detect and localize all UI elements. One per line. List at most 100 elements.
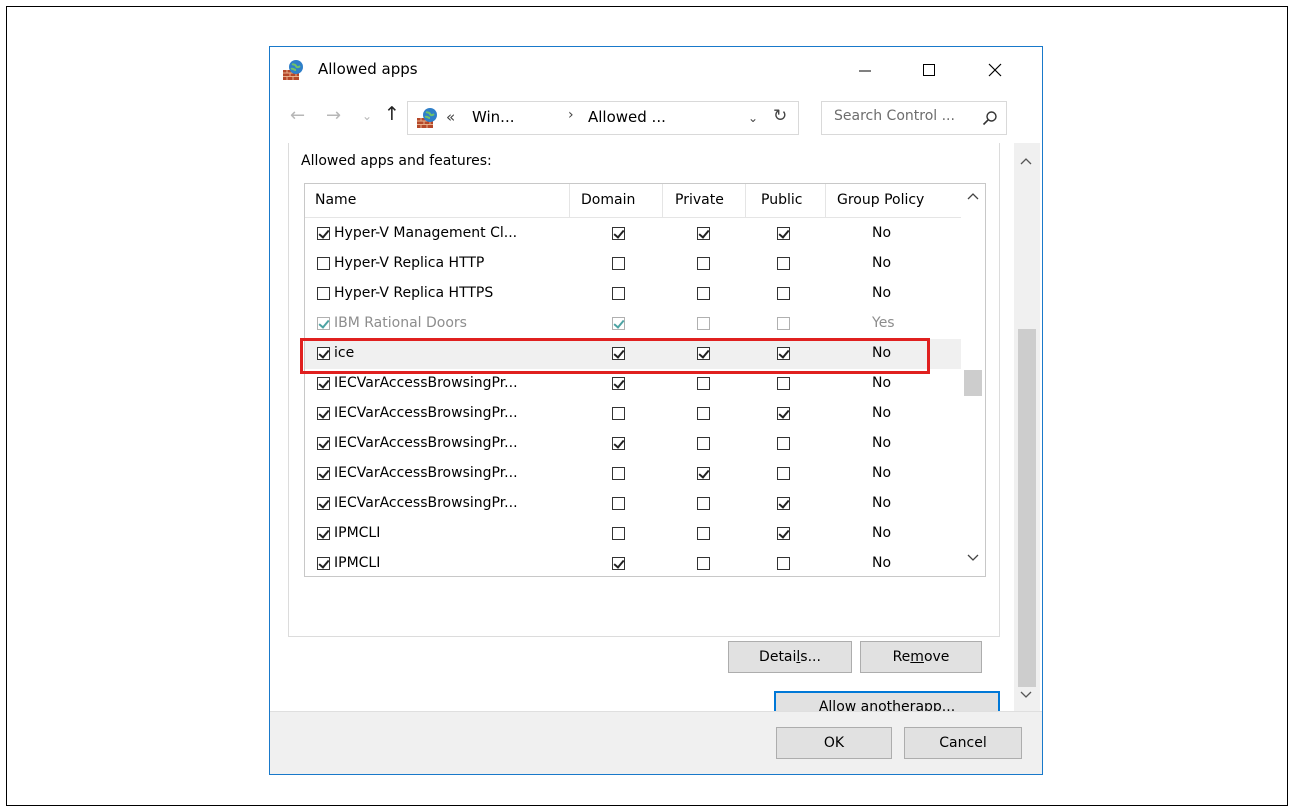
domain-cell bbox=[612, 315, 625, 334]
forward-arrow-icon[interactable]: → bbox=[326, 105, 341, 126]
private-checkbox[interactable] bbox=[697, 257, 710, 270]
column-divider[interactable] bbox=[662, 184, 663, 218]
app-enabled-checkbox[interactable] bbox=[317, 226, 330, 240]
private-checkbox[interactable] bbox=[697, 227, 710, 240]
back-arrow-icon[interactable]: ← bbox=[290, 105, 305, 126]
search-box[interactable] bbox=[821, 101, 1007, 135]
breadcrumb-separator-icon[interactable]: › bbox=[568, 107, 574, 123]
column-divider[interactable] bbox=[745, 184, 746, 218]
search-input[interactable] bbox=[834, 108, 974, 124]
panel-scrollbar[interactable] bbox=[1014, 143, 1040, 711]
column-header-domain[interactable]: Domain bbox=[581, 192, 635, 208]
scroll-up-icon[interactable] bbox=[967, 192, 979, 200]
maximize-button[interactable] bbox=[906, 55, 952, 85]
ok-button[interactable]: OK bbox=[776, 727, 892, 759]
app-enabled-checkbox[interactable] bbox=[317, 496, 330, 510]
column-header-name[interactable]: Name bbox=[315, 192, 356, 208]
domain-checkbox[interactable] bbox=[612, 467, 625, 480]
scroll-up-icon[interactable] bbox=[1020, 157, 1032, 165]
table-row[interactable]: IECVarAccessBrowsingPr... No bbox=[305, 399, 961, 429]
domain-checkbox[interactable] bbox=[612, 407, 625, 420]
public-checkbox[interactable] bbox=[777, 557, 790, 570]
private-checkbox[interactable] bbox=[697, 437, 710, 450]
remove-button[interactable]: Re m ove bbox=[860, 641, 982, 673]
app-enabled-checkbox[interactable] bbox=[317, 556, 330, 570]
scroll-down-icon[interactable] bbox=[1020, 691, 1032, 699]
table-row[interactable]: IBM Rational Doors Yes bbox=[305, 309, 961, 339]
domain-checkbox[interactable] bbox=[612, 437, 625, 450]
column-header-private[interactable]: Private bbox=[675, 192, 724, 208]
private-checkbox[interactable] bbox=[697, 377, 710, 390]
column-header-public[interactable]: Public bbox=[761, 192, 802, 208]
app-enabled-checkbox bbox=[317, 316, 330, 330]
dialog-footer: OK Cancel bbox=[270, 711, 1042, 774]
public-checkbox[interactable] bbox=[777, 437, 790, 450]
up-arrow-icon[interactable]: ↑ bbox=[384, 103, 400, 125]
scroll-down-icon[interactable] bbox=[967, 554, 979, 562]
public-checkbox[interactable] bbox=[777, 227, 790, 240]
private-checkbox[interactable] bbox=[697, 497, 710, 510]
column-divider[interactable] bbox=[825, 184, 826, 218]
public-checkbox bbox=[777, 317, 790, 330]
public-checkbox[interactable] bbox=[777, 287, 790, 300]
public-checkbox[interactable] bbox=[777, 377, 790, 390]
refresh-icon[interactable]: ↻ bbox=[773, 106, 787, 126]
app-name: IECVarAccessBrowsingPr... bbox=[334, 465, 518, 481]
public-checkbox[interactable] bbox=[777, 467, 790, 480]
table-row[interactable]: IECVarAccessBrowsingPr... No bbox=[305, 489, 961, 519]
public-checkbox[interactable] bbox=[777, 527, 790, 540]
private-checkbox[interactable] bbox=[697, 557, 710, 570]
table-row[interactable]: IECVarAccessBrowsingPr... No bbox=[305, 429, 961, 459]
table-scrollbar[interactable] bbox=[961, 184, 985, 576]
breadcrumb-windows-firewall[interactable]: Win... bbox=[472, 108, 514, 126]
domain-checkbox[interactable] bbox=[612, 497, 625, 510]
public-checkbox[interactable] bbox=[777, 257, 790, 270]
app-name: IECVarAccessBrowsingPr... bbox=[334, 405, 518, 421]
domain-checkbox[interactable] bbox=[612, 377, 625, 390]
private-checkbox[interactable] bbox=[697, 407, 710, 420]
private-checkbox[interactable] bbox=[697, 467, 710, 480]
address-bar[interactable]: « Win... › Allowed ... ⌄ ↻ bbox=[407, 101, 799, 135]
domain-checkbox[interactable] bbox=[612, 227, 625, 240]
app-enabled-checkbox[interactable] bbox=[317, 466, 330, 480]
group-policy-value: No bbox=[872, 555, 892, 571]
firewall-icon bbox=[283, 60, 303, 80]
domain-checkbox[interactable] bbox=[612, 527, 625, 540]
private-cell bbox=[697, 495, 710, 514]
app-enabled-checkbox[interactable] bbox=[317, 286, 330, 300]
details-button[interactable]: Detai l s... bbox=[728, 641, 852, 673]
address-overflow-icon[interactable]: « bbox=[446, 108, 455, 126]
table-row[interactable]: IPMCLI No bbox=[305, 549, 961, 576]
domain-checkbox[interactable] bbox=[612, 257, 625, 270]
cancel-button[interactable]: Cancel bbox=[904, 727, 1022, 759]
private-cell bbox=[697, 405, 710, 424]
app-enabled-checkbox[interactable] bbox=[317, 256, 330, 270]
panel-scrollbar-thumb[interactable] bbox=[1018, 329, 1036, 687]
domain-checkbox[interactable] bbox=[612, 557, 625, 570]
app-enabled-checkbox[interactable] bbox=[317, 406, 330, 420]
close-button[interactable] bbox=[972, 55, 1018, 85]
domain-checkbox[interactable] bbox=[612, 287, 625, 300]
table-row[interactable]: Hyper-V Management Cl... No bbox=[305, 219, 961, 249]
group-policy-value: No bbox=[872, 255, 892, 271]
app-enabled-checkbox[interactable] bbox=[317, 376, 330, 390]
column-divider[interactable] bbox=[569, 184, 570, 218]
app-name-cell: Hyper-V Replica HTTPS bbox=[317, 285, 493, 301]
column-header-group-policy[interactable]: Group Policy bbox=[837, 192, 924, 208]
breadcrumb-allowed-apps[interactable]: Allowed ... bbox=[588, 108, 666, 126]
address-dropdown-icon[interactable]: ⌄ bbox=[748, 111, 758, 125]
search-icon[interactable] bbox=[982, 110, 998, 126]
public-checkbox[interactable] bbox=[777, 407, 790, 420]
recent-locations-chevron-icon[interactable]: ⌄ bbox=[362, 109, 372, 123]
table-row[interactable]: IPMCLI No bbox=[305, 519, 961, 549]
app-enabled-checkbox[interactable] bbox=[317, 526, 330, 540]
private-checkbox[interactable] bbox=[697, 527, 710, 540]
public-checkbox[interactable] bbox=[777, 497, 790, 510]
private-checkbox[interactable] bbox=[697, 287, 710, 300]
table-row[interactable]: Hyper-V Replica HTTPS No bbox=[305, 279, 961, 309]
table-row[interactable]: IECVarAccessBrowsingPr... No bbox=[305, 459, 961, 489]
app-enabled-checkbox[interactable] bbox=[317, 436, 330, 450]
minimize-button[interactable] bbox=[842, 55, 888, 85]
table-row[interactable]: Hyper-V Replica HTTP No bbox=[305, 249, 961, 279]
table-scrollbar-thumb[interactable] bbox=[964, 370, 982, 396]
